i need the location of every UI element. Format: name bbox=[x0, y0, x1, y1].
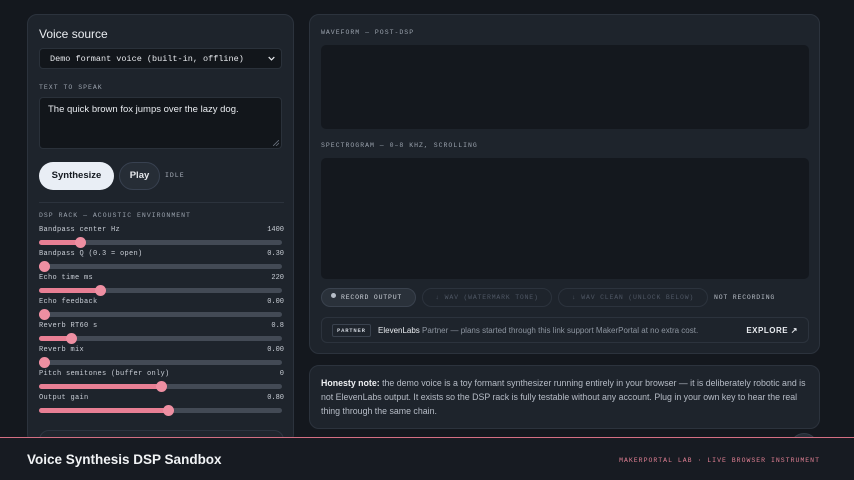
slider-fill bbox=[39, 240, 81, 245]
partner-description: Partner — plans started through this lin… bbox=[419, 326, 699, 335]
text-to-speak-input[interactable]: The quick brown fox jumps over the lazy … bbox=[39, 97, 282, 149]
slider-label: Output gain bbox=[39, 394, 89, 402]
slider-bandpass-q: Bandpass Q (0.3 = open) 0.30 bbox=[38, 250, 284, 272]
explore-link[interactable]: EXPLORE ↗ bbox=[746, 326, 798, 335]
play-button[interactable]: Play bbox=[119, 162, 160, 190]
slider-thumb[interactable] bbox=[65, 333, 77, 344]
slider-bandpass-center: Bandpass center Hz 1400 bbox=[39, 226, 284, 248]
partner-text: ElevenLabs Partner — plans started throu… bbox=[378, 326, 698, 335]
slider-fill bbox=[39, 408, 168, 413]
slider-echo-feedback: Echo feedback 0.00 bbox=[38, 298, 284, 320]
slider-label: Echo feedback bbox=[39, 298, 98, 306]
slider-track[interactable] bbox=[39, 333, 282, 344]
slider-track[interactable] bbox=[39, 285, 282, 296]
slider-value: 1400 bbox=[267, 226, 284, 234]
playback-status: IDLE bbox=[165, 172, 185, 179]
slider-thumb[interactable] bbox=[75, 237, 87, 248]
slider-label: Reverb RT60 s bbox=[39, 322, 98, 330]
slider-thumb[interactable] bbox=[38, 357, 50, 368]
partner-banner: PARTNER ElevenLabs Partner — plans start… bbox=[321, 317, 809, 343]
divider bbox=[39, 202, 284, 203]
slider-label: Reverb mix bbox=[39, 346, 85, 354]
slider-fill bbox=[39, 288, 100, 293]
slider-track[interactable] bbox=[39, 381, 282, 392]
partner-brand: ElevenLabs bbox=[378, 326, 420, 335]
slider-track[interactable] bbox=[38, 261, 282, 272]
record-dot-icon bbox=[331, 293, 336, 298]
footer-bar: Voice Synthesis DSP Sandbox MAKERPORTAL … bbox=[0, 437, 854, 480]
recording-status: NOT RECORDING bbox=[714, 294, 776, 301]
resize-grip-icon[interactable] bbox=[273, 140, 279, 146]
honesty-note-body: the demo voice is a toy formant synthesi… bbox=[321, 378, 806, 416]
slider-pitch-semitones: Pitch semitones (buffer only) 0 bbox=[39, 370, 284, 392]
synthesize-button[interactable]: Synthesize bbox=[39, 162, 114, 190]
spectrogram-label: SPECTROGRAM — 0–8 KHZ, SCROLLING bbox=[321, 142, 478, 149]
record-output-label: RECORD OUTPUT bbox=[341, 294, 403, 301]
spectrogram-canvas bbox=[321, 158, 809, 279]
wav-watermark-button[interactable]: ↓ WAV (WATERMARK TONE) bbox=[422, 288, 552, 307]
slider-value: 0.80 bbox=[267, 394, 284, 402]
slider-track[interactable] bbox=[38, 357, 282, 368]
dsp-rack-title: DSP RACK — ACOUSTIC ENVIRONMENT bbox=[39, 212, 191, 219]
wav-clean-button[interactable]: ↓ WAV CLEAN (UNLOCK BELOW) bbox=[558, 288, 708, 307]
slider-value: 0.8 bbox=[271, 322, 284, 330]
chevron-down-icon bbox=[268, 56, 275, 61]
honesty-note: Honesty note: the demo voice is a toy fo… bbox=[309, 365, 820, 429]
voice-select[interactable]: Demo formant voice (built-in, offline) bbox=[39, 48, 282, 69]
slider-label: Echo time ms bbox=[39, 274, 94, 282]
slider-thumb[interactable] bbox=[162, 405, 174, 416]
panel-title: Voice source bbox=[39, 27, 108, 41]
waveform-canvas bbox=[321, 45, 809, 129]
slider-echo-time: Echo time ms 220 bbox=[39, 274, 284, 296]
voice-select-value: Demo formant voice (built-in, offline) bbox=[50, 54, 244, 64]
honesty-note-lead: Honesty note: bbox=[321, 378, 380, 388]
slider-thumb[interactable] bbox=[155, 381, 167, 392]
visualizer-panel: WAVEFORM — POST-DSP SPECTROGRAM — 0–8 KH… bbox=[309, 14, 820, 354]
slider-label: Bandpass center Hz bbox=[39, 226, 121, 234]
slider-track[interactable] bbox=[38, 309, 282, 320]
slider-thumb[interactable] bbox=[38, 309, 50, 320]
slider-value: 0 bbox=[279, 370, 284, 378]
slider-value: 0.00 bbox=[267, 346, 284, 354]
record-output-button[interactable]: RECORD OUTPUT bbox=[321, 288, 416, 307]
slider-label: Bandpass Q (0.3 = open) bbox=[39, 250, 143, 258]
voice-source-panel: Voice source Demo formant voice (built-i… bbox=[27, 14, 294, 444]
slider-track[interactable] bbox=[39, 237, 282, 248]
slider-reverb-rt60: Reverb RT60 s 0.8 bbox=[39, 322, 284, 344]
slider-output-gain: Output gain 0.80 bbox=[39, 394, 284, 416]
slider-fill bbox=[39, 384, 161, 389]
slider-thumb[interactable] bbox=[94, 285, 106, 296]
app-title: Voice Synthesis DSP Sandbox bbox=[27, 452, 222, 467]
text-to-speak-value: The quick brown fox jumps over the lazy … bbox=[48, 104, 239, 115]
slider-value: 220 bbox=[271, 274, 284, 282]
text-to-speak-label: TEXT TO SPEAK bbox=[39, 84, 103, 91]
slider-track[interactable] bbox=[39, 405, 282, 416]
waveform-label: WAVEFORM — POST-DSP bbox=[321, 29, 415, 36]
slider-thumb[interactable] bbox=[38, 261, 50, 272]
slider-value: 0.00 bbox=[267, 298, 284, 306]
footer-brand: MAKERPORTAL LAB · LIVE BROWSER INSTRUMEN… bbox=[619, 457, 820, 464]
slider-label: Pitch semitones (buffer only) bbox=[39, 370, 170, 378]
slider-value: 0.30 bbox=[267, 250, 284, 258]
partner-badge: PARTNER bbox=[332, 324, 371, 337]
slider-reverb-mix: Reverb mix 0.00 bbox=[38, 346, 284, 368]
